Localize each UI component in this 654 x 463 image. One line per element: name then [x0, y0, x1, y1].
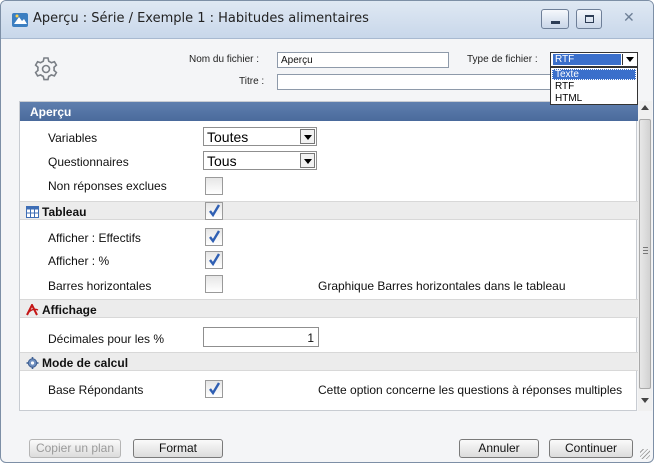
effectifs-checkbox[interactable] — [205, 228, 223, 246]
decimales-input[interactable]: 1 — [203, 327, 319, 347]
vertical-scrollbar[interactable] — [638, 101, 652, 411]
close-button[interactable]: ✕ — [613, 9, 647, 29]
section-affichage-title: Affichage — [42, 303, 97, 317]
checkmark-icon — [209, 253, 221, 267]
questionnaires-label: Questionnaires — [48, 155, 129, 169]
section-apercu-title: Aperçu — [30, 105, 72, 119]
table-icon — [26, 206, 39, 218]
chevron-down-icon[interactable] — [300, 153, 315, 168]
app-icon — [12, 13, 28, 27]
scroll-down-icon[interactable] — [641, 398, 649, 403]
questionnaires-select[interactable]: Tous — [203, 151, 317, 170]
gear-icon — [34, 57, 58, 81]
minimize-icon — [551, 21, 560, 24]
chevron-down-icon[interactable] — [622, 54, 636, 65]
minimize-button[interactable] — [541, 9, 569, 29]
format-button[interactable]: Format — [133, 439, 223, 458]
base-repondants-checkbox[interactable] — [205, 380, 223, 398]
section-tableau: Tableau — [20, 201, 638, 220]
pourcent-label: Afficher : % — [48, 254, 110, 268]
preview-dialog: Aperçu : Série / Exemple 1 : Habitudes a… — [0, 0, 654, 463]
section-tableau-title: Tableau — [42, 205, 87, 219]
barres-checkbox[interactable] — [205, 275, 223, 293]
questionnaires-value: Tous — [207, 153, 237, 169]
filetype-select[interactable]: RTF — [550, 52, 638, 67]
title-bar[interactable]: Aperçu : Série / Exemple 1 : Habitudes a… — [1, 1, 653, 39]
text-style-icon — [26, 304, 39, 316]
scrollbar-thumb[interactable] — [639, 119, 651, 389]
chevron-down-icon[interactable] — [300, 129, 315, 144]
gear-icon — [26, 357, 39, 369]
section-mode-calcul-title: Mode de calcul — [42, 356, 129, 370]
filetype-dropdown-list: Texte RTF HTML — [550, 67, 638, 105]
barres-description: Graphique Barres horizontales dans le ta… — [318, 279, 566, 293]
filetype-option-texte[interactable]: Texte — [552, 69, 636, 80]
nonreponses-checkbox[interactable] — [205, 177, 223, 195]
window-title: Aperçu : Série / Exemple 1 : Habitudes a… — [33, 11, 369, 26]
pourcent-checkbox[interactable] — [205, 251, 223, 269]
copier-plan-button[interactable]: Copier un plan — [29, 439, 121, 458]
filename-input[interactable]: Aperçu — [277, 52, 449, 68]
tableau-checkbox[interactable] — [205, 202, 223, 220]
variables-select[interactable]: Toutes — [203, 127, 317, 146]
grip-icon — [643, 247, 648, 254]
continuer-button[interactable]: Continuer — [549, 439, 633, 458]
nonreponses-label: Non réponses exclues — [48, 179, 167, 193]
checkmark-icon — [209, 204, 221, 218]
effectifs-label: Afficher : Effectifs — [48, 231, 141, 245]
base-repondants-description: Cette option concerne les questions à ré… — [318, 383, 623, 397]
filetype-option-html[interactable]: HTML — [552, 93, 636, 104]
section-mode-calcul: Mode de calcul — [20, 352, 638, 371]
section-affichage: Affichage — [20, 299, 638, 318]
resize-grip-icon[interactable] — [640, 449, 650, 459]
base-repondants-label: Base Répondants — [48, 383, 144, 397]
variables-value: Toutes — [207, 129, 249, 145]
decimales-label: Décimales pour les % — [48, 332, 165, 346]
maximize-icon — [585, 15, 594, 23]
section-apercu: Aperçu — [20, 102, 638, 121]
filetype-selected-value: RTF — [553, 54, 621, 65]
options-panel: Aperçu Variables Toutes Questionnaires T… — [19, 101, 638, 411]
filetype-option-rtf[interactable]: RTF — [552, 81, 636, 92]
scroll-up-icon[interactable] — [641, 105, 649, 110]
variables-label: Variables — [48, 131, 98, 145]
barres-label: Barres horizontales — [48, 279, 152, 293]
annuler-button[interactable]: Annuler — [459, 439, 539, 458]
title-label: Titre : — [239, 76, 265, 87]
close-icon: ✕ — [623, 9, 635, 25]
maximize-button[interactable] — [576, 9, 602, 29]
filetype-label: Type de fichier : — [467, 54, 538, 65]
checkmark-icon — [209, 230, 221, 244]
checkmark-icon — [209, 382, 221, 396]
filename-label: Nom du fichier : — [189, 54, 260, 65]
